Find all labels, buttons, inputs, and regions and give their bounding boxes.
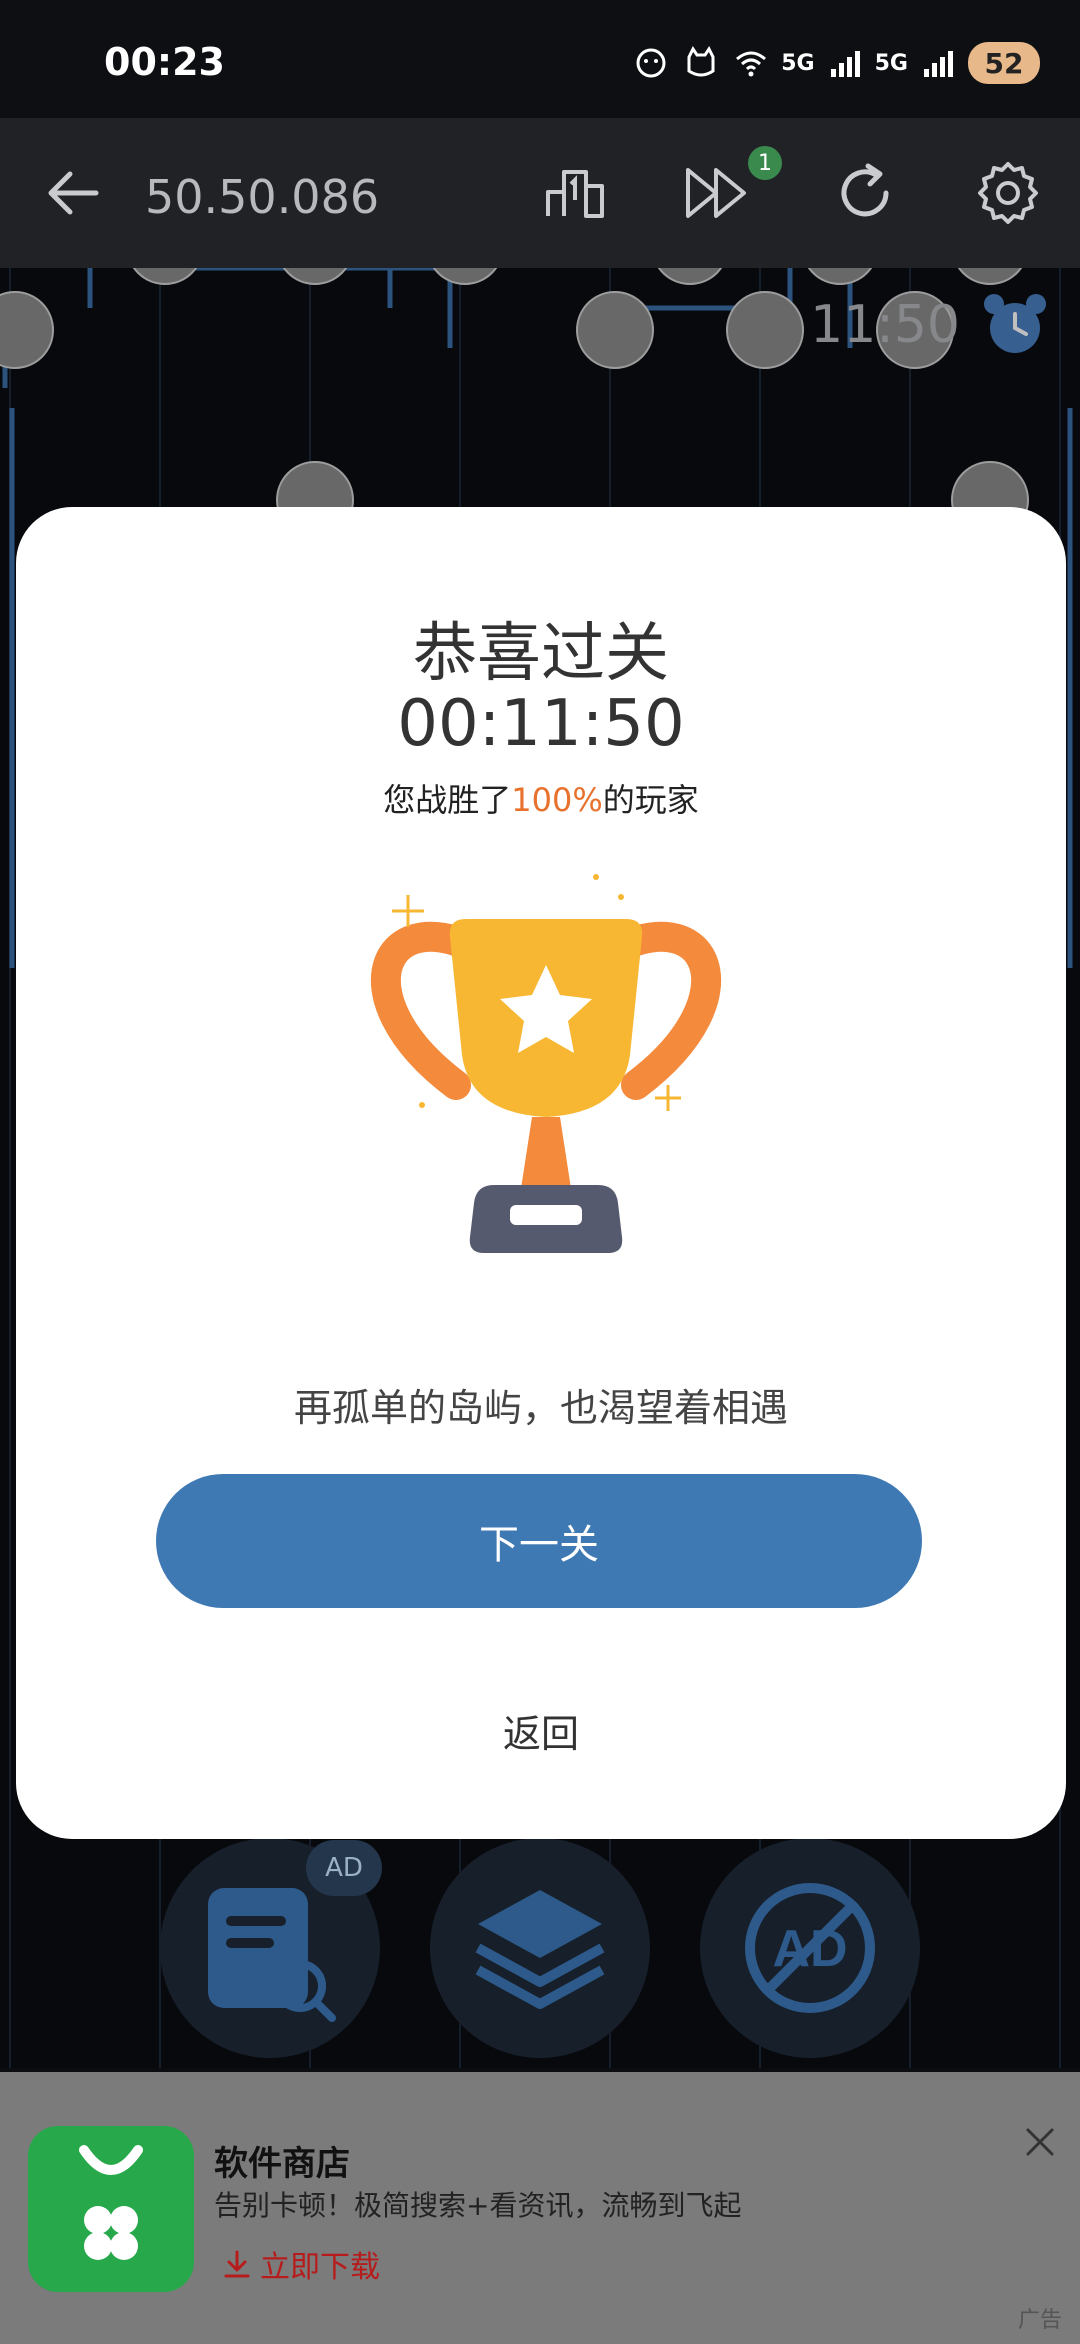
beat-percent: 100% — [511, 781, 603, 819]
status-time: 00:23 — [104, 40, 225, 84]
beat-prefix: 您战胜了 — [383, 781, 512, 819]
no-ad-icon: AD — [745, 1883, 875, 2013]
wifi-icon — [731, 43, 771, 83]
back-arrow-icon[interactable] — [38, 158, 108, 228]
ad-banner[interactable]: 软件商店 告别卡顿！极简搜索+看资讯，流畅到飞起 立即下载 广告 — [0, 2072, 1080, 2344]
level-number: 50.50.086 — [145, 170, 380, 224]
beat-suffix: 的玩家 — [602, 781, 699, 819]
beat-players-text: 您战胜了100%的玩家 — [16, 775, 1066, 821]
ad-cta-label: 立即下载 — [260, 2250, 380, 2285]
next-level-button[interactable]: 下一关 — [156, 1474, 922, 1608]
trophy-icon — [316, 855, 746, 1295]
signal-icon-2 — [918, 43, 958, 83]
restart-icon[interactable] — [830, 158, 900, 228]
dialog-title: 恭喜过关 — [413, 617, 669, 691]
level-complete-dialog: 恭喜过关 00:11:50 您战胜了100%的玩家 再孤单的岛屿，也渴望着相遇 … — [16, 507, 1066, 1839]
leaderboard-icon[interactable] — [540, 158, 610, 228]
download-icon — [224, 2250, 250, 2278]
network-5g-2: 5G — [874, 50, 908, 76]
close-ad-icon[interactable] — [1020, 2122, 1060, 2162]
status-bar: 00:23 5G 5G 52 — [0, 0, 1080, 118]
status-icons: 5G 5G 52 — [631, 38, 1040, 88]
layers-button[interactable] — [430, 1838, 650, 2058]
skip-icon[interactable] — [682, 158, 752, 228]
battery-icon: 52 — [968, 42, 1040, 84]
app-store-icon[interactable] — [28, 2126, 194, 2292]
ad-description: 告别卡顿！极简搜索+看资讯，流畅到飞起 — [214, 2189, 742, 2222]
cat-notification-icon — [681, 43, 721, 83]
ad-tag: 广告 — [1017, 2308, 1062, 2333]
ad-download-link[interactable]: 立即下载 — [222, 2242, 380, 2286]
ad-app-name: 软件商店 — [214, 2144, 350, 2184]
return-button[interactable]: 返回 — [16, 1703, 1066, 1758]
skip-count-badge: 1 — [748, 146, 782, 180]
game-toolbar: 50.50.086 — [0, 118, 1080, 268]
app-notification-icon — [631, 43, 671, 83]
level-quote: 再孤单的岛屿，也渴望着相遇 — [293, 1386, 788, 1430]
remove-ads-button[interactable]: AD — [700, 1838, 920, 2058]
elapsed-time: 00:11:50 — [397, 687, 685, 761]
settings-icon[interactable] — [973, 158, 1043, 228]
signal-icon — [825, 43, 865, 83]
network-5g-1: 5G — [781, 50, 815, 76]
layers-icon — [475, 1890, 605, 2009]
ad-badge: AD — [306, 1840, 382, 1896]
